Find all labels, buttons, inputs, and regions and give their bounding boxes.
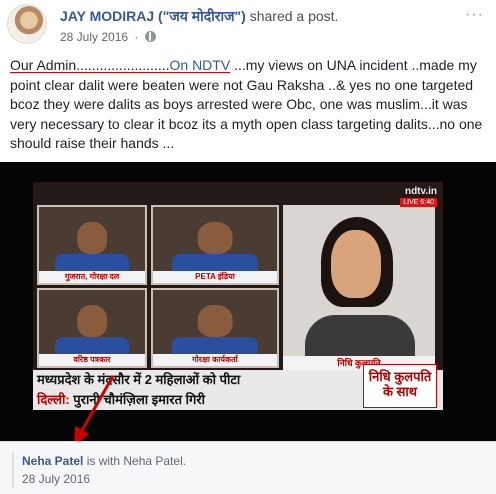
post-text-lead: Our Admin........................On NDTV: [10, 57, 230, 73]
post-text-admin: Our Admin........................: [10, 57, 170, 73]
guest-caption: PETA इंडिया: [153, 271, 277, 283]
tv-screen-frame: गुजरात, गोरक्षा दल PETA इंडिया वरिष्ठ पत…: [33, 182, 443, 410]
shared-from-link[interactable]: Neha Patel: [22, 454, 83, 468]
show-logo-box: निधि कुलपति के साथ: [363, 364, 437, 408]
guest-caption: गोरक्षा कार्यकर्ता: [153, 354, 277, 366]
attribution-line: Neha Patel is with Neha Patel.: [22, 454, 186, 468]
post-header: JAY MODIRAJ ("जय मोदीराज") shared a post…: [0, 0, 496, 48]
ticker-text: पुरानी चौमंज़िला इमारत गिरी: [69, 392, 205, 407]
guest-caption: गुजरात, गोरक्षा दल: [39, 271, 145, 283]
guest-face: [77, 305, 107, 338]
shared-post-attribution: Neha Patel is with Neha Patel. 28 July 2…: [0, 441, 496, 494]
ellipsis-icon[interactable]: ···: [465, 6, 484, 24]
guest-panel-1: गुजरात, गोरक्षा दल: [37, 205, 147, 285]
author-name-link[interactable]: JAY MODIRAJ ("जय मोदीराज"): [60, 8, 246, 24]
anchor-panel: निधि कुलपति: [283, 205, 435, 370]
guest-face: [197, 222, 233, 255]
video-player[interactable]: गुजरात, गोरक्षा दल PETA इंडिया वरिष्ठ पत…: [0, 162, 496, 441]
post-date-link[interactable]: 28 July 2016: [60, 30, 128, 44]
post-action-text: shared a post.: [245, 8, 339, 24]
guest-caption: वरिष्ठ पत्रकार: [39, 354, 145, 366]
facebook-post: JAY MODIRAJ ("जय मोदीराज") shared a post…: [0, 0, 496, 494]
channel-logo: ndtv.in: [404, 186, 437, 197]
guest-panel-4: गोरक्षा कार्यकर्ता: [151, 288, 279, 368]
guest-face: [197, 305, 233, 338]
avatar[interactable]: [7, 4, 47, 44]
attribution-accent-bar: [12, 452, 14, 488]
anchor-face: [331, 230, 381, 298]
guest-panel-3: वरिष्ठ पत्रकार: [37, 288, 147, 368]
ticker-city: दिल्ली:: [37, 392, 70, 407]
with-name-link[interactable]: Neha Patel: [123, 454, 182, 468]
globe-icon[interactable]: [144, 31, 156, 42]
live-badge: LIVE 6:40: [400, 198, 437, 207]
post-text-ndtv-link[interactable]: On NDTV: [170, 57, 231, 73]
original-date-link[interactable]: 28 July 2016: [22, 472, 90, 486]
attribution-period: .: [182, 454, 187, 468]
post-text: Our Admin........................On NDTV…: [10, 56, 488, 154]
post-author-line: JAY MODIRAJ ("जय मोदीराज") shared a post…: [60, 7, 338, 26]
guest-face: [77, 222, 107, 255]
post-meta: 28 July 2016 ·: [60, 30, 156, 44]
guest-panel-2: PETA इंडिया: [151, 205, 279, 285]
meta-separator: ·: [134, 30, 139, 44]
with-text: is with: [83, 454, 124, 468]
